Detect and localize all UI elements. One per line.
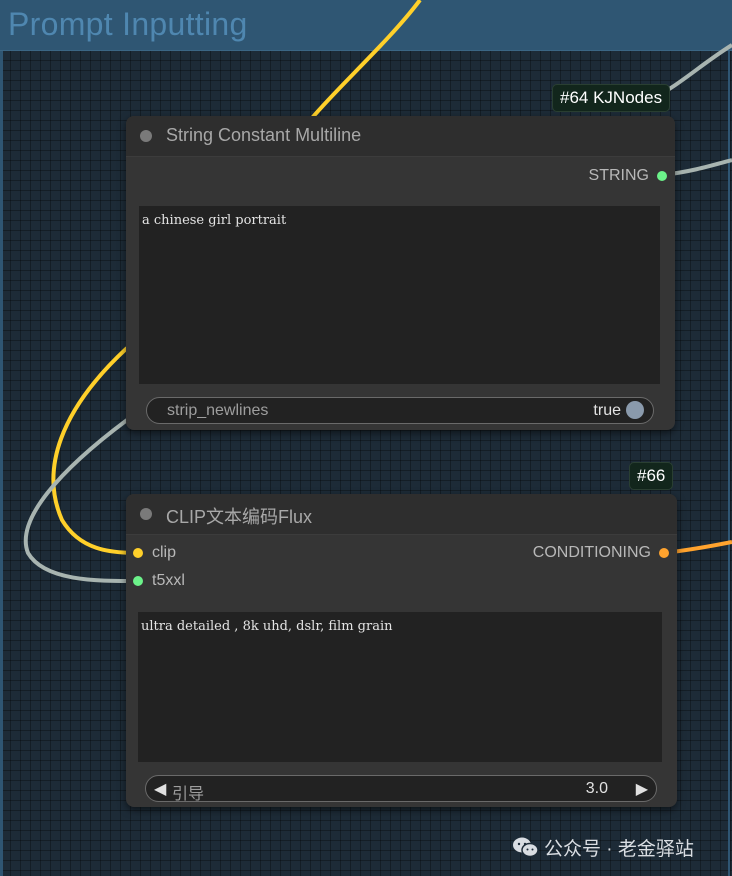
clip-text-encode-node[interactable]: CLIP文本编码Flux clip t5xxl CONDITIONING ult… <box>126 494 677 807</box>
node-title-bar[interactable]: String Constant Multiline <box>126 116 675 157</box>
input-slot-clip[interactable] <box>133 548 143 558</box>
output-slot-string[interactable] <box>657 171 667 181</box>
widget-value: true <box>593 402 621 419</box>
node-id-badge-2: #66 <box>629 462 674 490</box>
watermark-text: 公众号 · 老金驿站 <box>544 839 694 860</box>
wechat-icon <box>513 837 539 858</box>
node-title: String Constant Multiline <box>166 125 362 145</box>
decrement-arrow[interactable]: ◀ <box>154 779 166 799</box>
text-input[interactable]: ultra detailed , 8k uhd, dslr, film grai… <box>138 612 662 762</box>
toggle-knob[interactable] <box>626 401 644 419</box>
guidance-slider[interactable]: ◀ 引导 3.0 ▶ <box>145 775 657 803</box>
string-wire-loop[interactable] <box>23 418 139 584</box>
strip-newlines-toggle[interactable]: strip_newlines true <box>146 397 654 424</box>
input-label-t5xxl: t5xxl <box>152 572 185 589</box>
increment-arrow[interactable]: ▶ <box>636 779 648 799</box>
input-label-clip: clip <box>152 544 177 561</box>
node-id-badge: #64 KJNodes <box>552 84 671 112</box>
graph-canvas[interactable]: Prompt Inputting #64 KJNodes String Cons… <box>0 0 732 876</box>
widget-label: strip_newlines <box>167 402 269 419</box>
collapse-dot[interactable] <box>140 130 152 142</box>
widget-value: 3.0 <box>585 780 608 797</box>
output-slot-conditioning[interactable] <box>659 548 669 558</box>
text-input[interactable]: a chinese girl portrait <box>139 206 660 384</box>
node-title: CLIP文本编码Flux <box>166 507 313 527</box>
output-label-conditioning: CONDITIONING <box>532 544 651 561</box>
collapse-dot[interactable] <box>140 508 152 520</box>
output-label-string: STRING <box>588 167 649 184</box>
clip-wire-top[interactable] <box>310 0 422 120</box>
widget-label: 引导 <box>172 786 205 803</box>
node-title-bar[interactable]: CLIP文本编码Flux <box>126 494 677 535</box>
input-slot-t5xxl[interactable] <box>133 576 143 586</box>
string-constant-node[interactable]: String Constant Multiline STRING a chine… <box>126 116 675 430</box>
